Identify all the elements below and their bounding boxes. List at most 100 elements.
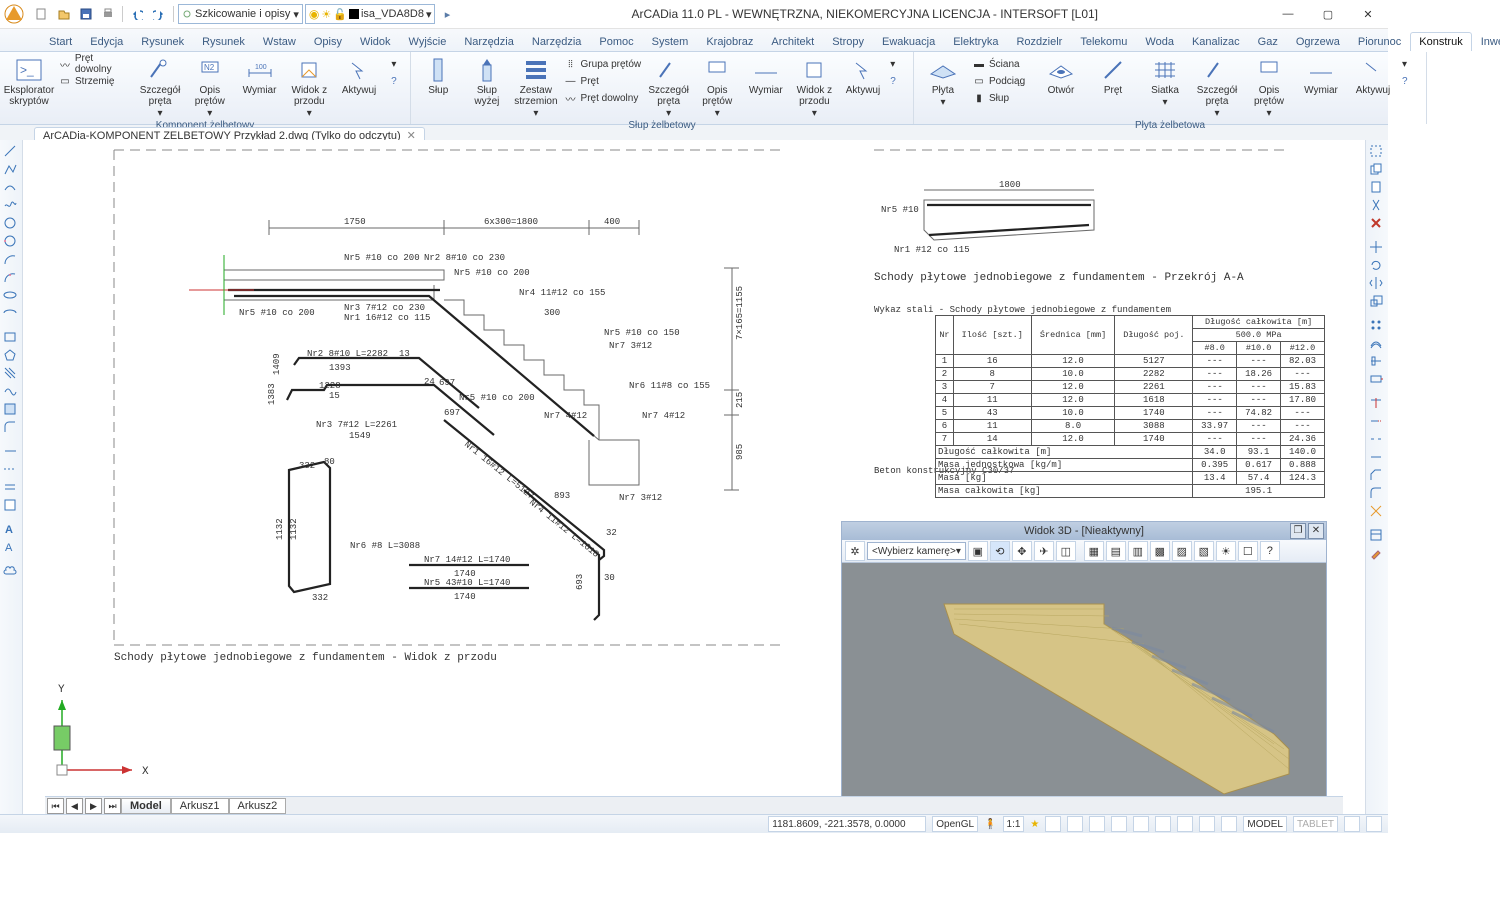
view3d-sun-icon[interactable]: ☀	[1216, 541, 1236, 561]
ribbon-tab-ogrzewa[interactable]: Ogrzewa	[1287, 32, 1349, 51]
open-icon[interactable]	[54, 4, 74, 24]
view3d-fly-icon[interactable]: ✈	[1034, 541, 1054, 561]
mtext-tool-icon[interactable]: A	[3, 522, 19, 538]
explode-tool-icon[interactable]	[1369, 504, 1385, 520]
ribbon-tab-wyjście[interactable]: Wyjście	[400, 32, 456, 51]
match-props-tool-icon[interactable]	[1369, 546, 1385, 562]
trim-tool-icon[interactable]	[1369, 396, 1385, 412]
last-tab-button[interactable]: ⏭	[104, 798, 121, 814]
break-tool-icon[interactable]	[1369, 432, 1385, 448]
circle3p-tool-icon[interactable]	[3, 234, 19, 250]
ribbon-tab-krajobraz[interactable]: Krajobraz	[697, 32, 762, 51]
extend-tool-icon[interactable]	[1369, 414, 1385, 430]
ribbon-tab-woda[interactable]: Woda	[1136, 32, 1183, 51]
ribbon-tab-inwentar[interactable]: Inwentar	[1472, 32, 1500, 51]
wipeout-tool-icon[interactable]	[3, 498, 19, 514]
view3d-perspective-icon[interactable]: ◫	[1056, 541, 1076, 561]
ribbon-tab-start[interactable]: Start	[40, 32, 81, 51]
aktywuj-button2[interactable]: Aktywuj	[842, 56, 885, 96]
revcloud-tool-icon[interactable]	[3, 564, 19, 580]
ellipse-arc-tool-icon[interactable]	[3, 306, 19, 322]
ray-tool-icon[interactable]	[3, 444, 19, 460]
properties-tool-icon[interactable]	[1369, 528, 1385, 544]
ribbon-tab-rozdzielr[interactable]: Rozdzielr	[1007, 32, 1071, 51]
pret-button[interactable]: —Pręt	[564, 73, 642, 89]
ribbon-tab-rysunek[interactable]: Rysunek	[193, 32, 254, 51]
status-polar-icon[interactable]	[1111, 816, 1127, 832]
group2-help[interactable]: ?	[890, 73, 907, 89]
view3d-style5-icon[interactable]: ▨	[1172, 541, 1192, 561]
boundary-tool-icon[interactable]	[3, 384, 19, 400]
close-button[interactable]: ✕	[1348, 0, 1388, 28]
prev-tab-button[interactable]: ◀	[66, 798, 83, 814]
mirror-tool-icon[interactable]	[1369, 276, 1385, 292]
view3d-restore-button[interactable]: ❐	[1290, 523, 1306, 539]
pret-dowolny-button2[interactable]: 〰Pręt dowolny	[564, 90, 642, 106]
layer-combo[interactable]: ◉ ☀ 🔓 isa_VDA8D8 ▾	[305, 4, 436, 24]
otwor-button[interactable]: Otwór	[1038, 56, 1084, 96]
ribbon-tab-ewakuacja[interactable]: Ewakuacja	[873, 32, 944, 51]
model-tab[interactable]: Model	[121, 798, 171, 814]
view3d-settings-icon[interactable]: ☐	[1238, 541, 1258, 561]
save-icon[interactable]	[76, 4, 96, 24]
polyline-tool-icon[interactable]	[3, 162, 19, 178]
view3d-viewport[interactable]	[844, 564, 1324, 808]
view3d-style6-icon[interactable]: ▧	[1194, 541, 1214, 561]
fillet-tool-icon[interactable]	[3, 420, 19, 436]
layout2-tab[interactable]: Arkusz2	[229, 798, 287, 814]
aktywuj-button3[interactable]: Aktywuj	[1350, 56, 1396, 96]
scale-tool-icon[interactable]	[1369, 294, 1385, 310]
pret-dowolny-button[interactable]: 〰Pręt dowolny	[58, 56, 132, 72]
offset-tool-icon[interactable]	[1369, 336, 1385, 352]
ribbon-tab-narzędzia[interactable]: Narzędzia	[455, 32, 523, 51]
ribbon-tab-edycja[interactable]: Edycja	[81, 32, 132, 51]
first-tab-button[interactable]: ⏮	[47, 798, 64, 814]
status-lwt-icon[interactable]	[1177, 816, 1193, 832]
redo-icon[interactable]	[149, 4, 169, 24]
view3d-style3-icon[interactable]: ▥	[1128, 541, 1148, 561]
view3d-orbit-icon[interactable]: ⟲	[990, 541, 1010, 561]
view3d-help-icon[interactable]: ?	[1260, 541, 1280, 561]
grupa-pretow-button[interactable]: ⦙⦙Grupa prętów	[564, 56, 642, 72]
spline-tool-icon[interactable]	[3, 180, 19, 196]
chamfer-tool-icon[interactable]	[1369, 468, 1385, 484]
arc-tool-icon[interactable]	[3, 252, 19, 268]
ellipse-tool-icon[interactable]	[3, 288, 19, 304]
ribbon-tab-gaz[interactable]: Gaz	[1249, 32, 1287, 51]
view3d-camera-combo[interactable]: <Wybierz kamerę> ▾	[867, 542, 966, 560]
ribbon-tab-konstruk[interactable]: Konstruk	[1410, 32, 1471, 51]
slup-button[interactable]: Słup	[417, 56, 460, 96]
slup-wyzej-button[interactable]: Słup wyżej	[466, 56, 509, 107]
view3d-close-button[interactable]: ✕	[1308, 523, 1324, 539]
select-tool-icon[interactable]	[1369, 144, 1385, 160]
szczegol-preta-button3[interactable]: Szczegół pręta▾	[1194, 56, 1240, 119]
status-star-icon[interactable]: ★	[1030, 819, 1039, 830]
view3d-title-bar[interactable]: Widok 3D - [Nieaktywny] ❐ ✕	[842, 522, 1326, 540]
join-tool-icon[interactable]	[1369, 450, 1385, 466]
xline-tool-icon[interactable]	[3, 462, 19, 478]
pret-button3[interactable]: Pręt	[1090, 56, 1136, 96]
ribbon-tab-wstaw[interactable]: Wstaw	[254, 32, 305, 51]
delete-tool-icon[interactable]	[1369, 216, 1385, 232]
align-tool-icon[interactable]	[1369, 354, 1385, 370]
ribbon-tab-piorunoc[interactable]: Piorunoc	[1349, 32, 1410, 51]
opis-pretow-button3[interactable]: Opis prętów▾	[1246, 56, 1292, 119]
widok-z-przodu-button[interactable]: Widok z przodu▾	[287, 56, 331, 119]
maximize-button[interactable]: ▢	[1308, 0, 1348, 28]
cut-tool-icon[interactable]	[1369, 198, 1385, 214]
status-otrack-icon[interactable]	[1155, 816, 1171, 832]
view3d-style1-icon[interactable]: ▦	[1084, 541, 1104, 561]
mline-tool-icon[interactable]	[3, 480, 19, 496]
new-icon[interactable]	[32, 4, 52, 24]
view3d-style2-icon[interactable]: ▤	[1106, 541, 1126, 561]
drawing-canvas[interactable]: 1750 6x300=1800 400 7×165=1155 215 985	[23, 140, 1365, 815]
status-extra2-icon[interactable]	[1366, 816, 1382, 832]
undo-icon[interactable]	[127, 4, 147, 24]
ribbon-tab-elektryka[interactable]: Elektryka	[944, 32, 1007, 51]
group1-dialog-launcher[interactable]: ▾	[387, 56, 404, 72]
widok-z-przodu-button2[interactable]: Widok z przodu▾	[793, 56, 836, 119]
sciana-button[interactable]: ▬Ściana	[972, 56, 1032, 72]
status-model[interactable]: MODEL	[1243, 816, 1287, 832]
line-tool-icon[interactable]	[3, 144, 19, 160]
arc3p-tool-icon[interactable]	[3, 270, 19, 286]
